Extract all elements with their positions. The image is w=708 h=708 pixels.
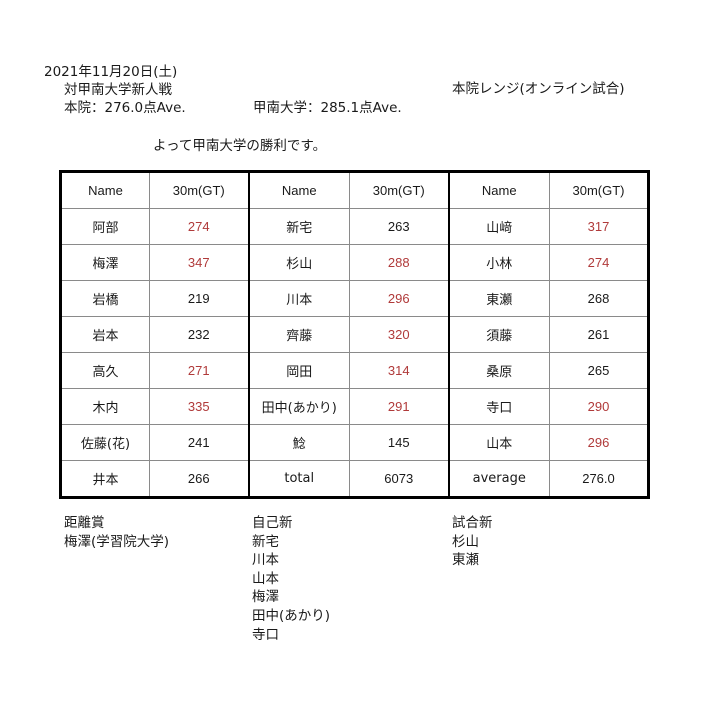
score-cell: 265 — [549, 352, 649, 389]
score-cell: 268 — [549, 280, 649, 317]
personal-best-item: 寺口 — [252, 626, 279, 643]
table-row: 梅澤 347 杉山 288 小林 274 — [60, 244, 649, 281]
personal-best-item: 川本 — [252, 552, 279, 569]
distance-award-list: 距離賞 梅澤(学習院大学) — [64, 514, 169, 551]
match-date: 2021年11月20日(土) — [44, 64, 178, 80]
archer-name-cell: 山本 — [448, 424, 550, 461]
score-cell: 288 — [349, 244, 450, 281]
match-record-list: 試合新 杉山 東瀬 — [452, 514, 493, 570]
personal-best-list: 自己新新宅川本 山本梅澤 田中(あかり) 寺口 — [252, 514, 330, 644]
score-cell: 274 — [549, 244, 649, 281]
archer-name-cell: 小林 — [448, 244, 550, 281]
table-row: 阿部 274 新宅 263 山﨑 317 — [60, 208, 649, 245]
archer-name-cell: 新宅 — [248, 208, 350, 245]
distance-award-heading: 距離賞 — [64, 515, 105, 531]
score-cell: 261 — [549, 316, 649, 353]
archer-name-cell: 岩橋 — [60, 280, 150, 317]
table-row: 高久 271 岡田 314 桑原 265 — [60, 352, 649, 389]
archer-name-cell: 川本 — [248, 280, 350, 317]
table-row: 佐藤(花) 241 鯰 145 山本 296 — [60, 424, 649, 461]
venue: 本院レンジ(オンライン試合) — [452, 81, 625, 97]
match-record-item: 東瀬 — [452, 552, 479, 569]
col-header-name: Name — [448, 171, 550, 209]
archer-name-cell: 井本 — [60, 460, 150, 498]
score-cell: 296 — [549, 424, 649, 461]
score-cell: 271 — [149, 352, 250, 389]
home-average: 本院：276.0点Ave. — [64, 100, 186, 116]
archer-name-cell: 寺口 — [448, 388, 550, 425]
score-cell: 320 — [349, 316, 450, 353]
col-header-score: 30m(GT) — [549, 171, 649, 209]
archer-name-cell: 岩本 — [60, 316, 150, 353]
archer-name-cell: 齊藤 — [248, 316, 350, 353]
score-cell: 145 — [349, 424, 450, 461]
archer-name-cell: total — [248, 460, 350, 498]
col-header-score: 30m(GT) — [349, 171, 450, 209]
opponent-average: 甲南大学：285.1点Ave. — [253, 100, 402, 116]
score-table: Name 30m(GT) Name 30m(GT) Name 30m(GT) 阿… — [59, 170, 650, 499]
score-cell: 296 — [349, 280, 450, 317]
score-cell: 263 — [349, 208, 450, 245]
table-header-row: Name 30m(GT) Name 30m(GT) Name 30m(GT) — [60, 171, 649, 209]
match-title: 対甲南大学新人戦 — [64, 82, 172, 98]
archer-name-cell: 鯰 — [248, 424, 350, 461]
col-header-name: Name — [248, 171, 350, 209]
archer-name-cell: 東瀬 — [448, 280, 550, 317]
score-cell: 266 — [149, 460, 250, 498]
table-row: 岩橋 219 川本 296 東瀬 268 — [60, 280, 649, 317]
score-cell: 314 — [349, 352, 450, 389]
distance-award-winner: 梅澤(学習院大学) — [64, 533, 170, 550]
score-cell: 290 — [549, 388, 649, 425]
table-row: 木内 335 田中(あかり) 291 寺口 290 — [60, 388, 649, 425]
archer-name-cell: 佐藤(花) — [60, 424, 150, 461]
personal-best-item: 新宅 — [252, 533, 279, 550]
score-cell: 241 — [149, 424, 250, 461]
archer-name-cell: 梅澤 — [60, 244, 150, 281]
archer-name-cell: average — [448, 460, 550, 498]
personal-best-item: 山本 — [252, 570, 279, 587]
table-row: 井本 266 total 6073 average 276.0 — [60, 460, 649, 498]
archer-name-cell: 田中(あかり) — [248, 388, 350, 425]
col-header-score: 30m(GT) — [149, 171, 250, 209]
archer-name-cell: 桑原 — [448, 352, 550, 389]
archer-name-cell: 高久 — [60, 352, 150, 389]
match-record-item: 杉山 — [452, 533, 479, 550]
archer-name-cell: 阿部 — [60, 208, 150, 245]
score-cell: 274 — [149, 208, 250, 245]
personal-best-heading: 自己新 — [252, 515, 293, 531]
score-cell: 219 — [149, 280, 250, 317]
results-sheet: { "header": { "date": "2021年11月20日(土)", … — [0, 0, 708, 708]
score-cell: 232 — [149, 316, 250, 353]
table-row: 岩本 232 齊藤 320 須藤 261 — [60, 316, 649, 353]
col-header-name: Name — [60, 171, 150, 209]
score-cell: 276.0 — [549, 460, 649, 498]
archer-name-cell: 木内 — [60, 388, 150, 425]
archer-name-cell: 杉山 — [248, 244, 350, 281]
match-result: よって甲南大学の勝利です。 — [153, 138, 327, 154]
archer-name-cell: 須藤 — [448, 316, 550, 353]
match-record-heading: 試合新 — [452, 515, 493, 531]
personal-best-item: 田中(あかり) — [252, 607, 331, 624]
personal-best-item: 梅澤 — [252, 589, 279, 606]
score-cell: 291 — [349, 388, 450, 425]
score-cell: 347 — [149, 244, 250, 281]
archer-name-cell: 岡田 — [248, 352, 350, 389]
score-cell: 335 — [149, 388, 250, 425]
score-cell: 6073 — [349, 460, 450, 498]
archer-name-cell: 山﨑 — [448, 208, 550, 245]
score-cell: 317 — [549, 208, 649, 245]
